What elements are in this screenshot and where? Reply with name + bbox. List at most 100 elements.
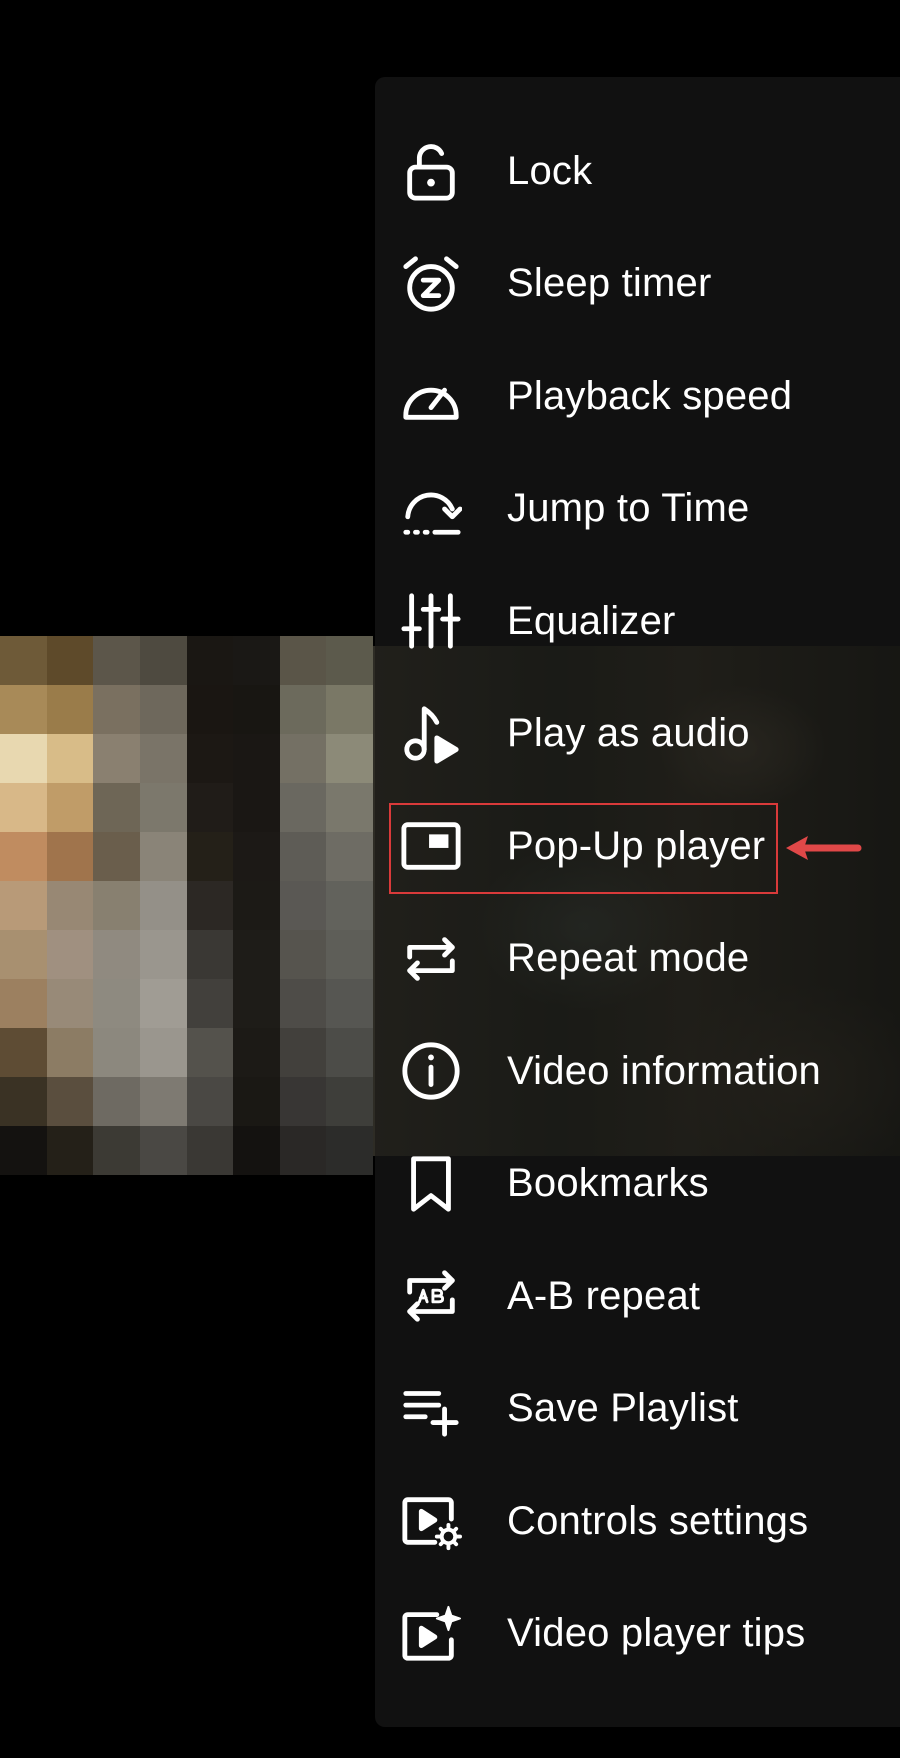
pixel-block	[139, 783, 187, 832]
pixel-block	[93, 979, 140, 1028]
menu-item-repeat-mode[interactable]: Repeat mode	[375, 903, 900, 1016]
pixel-block	[233, 881, 280, 930]
lock-icon	[399, 139, 463, 203]
menu-item-equalizer[interactable]: Equalizer	[375, 565, 900, 678]
pixel-block	[326, 832, 373, 881]
menu-item-label: Playback speed	[507, 373, 793, 418]
pixel-block	[233, 1028, 280, 1077]
menu-item-label: Video information	[507, 1048, 821, 1093]
menu-item-label: Repeat mode	[507, 936, 750, 981]
pixel-block	[279, 783, 327, 832]
pixel-block	[279, 636, 327, 685]
menu-item-play-as-audio[interactable]: Play as audio	[375, 678, 900, 791]
bookmark-icon	[399, 1152, 463, 1216]
menu-item-label: Video player tips	[507, 1611, 806, 1656]
pixel-block	[46, 881, 94, 930]
pixel-block	[46, 685, 94, 734]
pixel-block	[139, 685, 187, 734]
video-gear-icon	[399, 1489, 463, 1553]
menu-item-label: Play as audio	[507, 711, 750, 756]
menu-item-video-player-tips[interactable]: Video player tips	[375, 1578, 900, 1691]
pixel-block	[279, 1126, 327, 1175]
playlist-add-icon	[399, 1377, 463, 1441]
pixel-block	[186, 1077, 234, 1126]
menu-item-bookmarks[interactable]: Bookmarks	[375, 1128, 900, 1241]
menu-item-save-playlist[interactable]: Save Playlist	[375, 1353, 900, 1466]
video-sparkle-icon	[399, 1602, 463, 1666]
repeat-icon	[399, 927, 463, 991]
pixel-block	[93, 1126, 140, 1175]
info-icon	[399, 1039, 463, 1103]
more-options-menu: Lock Sleep timer Playback speed Jump to …	[375, 115, 900, 1690]
pixel-block	[186, 1028, 234, 1077]
pixel-block	[93, 1077, 140, 1126]
pixel-block	[46, 979, 94, 1028]
pixel-block	[326, 783, 373, 832]
menu-item-ab-repeat[interactable]: A-B repeat	[375, 1240, 900, 1353]
pixel-block	[186, 636, 234, 685]
menu-item-label: Jump to Time	[507, 486, 750, 531]
pixel-block	[326, 1077, 373, 1126]
pixel-block	[233, 734, 280, 783]
pixel-block	[46, 1126, 94, 1175]
pixel-block	[139, 734, 187, 783]
pixel-block	[186, 881, 234, 930]
pixel-block	[326, 930, 373, 979]
pixel-block	[326, 1126, 373, 1175]
pixel-block	[0, 930, 47, 979]
pixel-block	[139, 930, 187, 979]
pixel-block	[279, 1028, 327, 1077]
pixel-block	[46, 636, 94, 685]
pixel-block	[46, 1077, 94, 1126]
pixel-block	[186, 685, 234, 734]
pixel-block	[279, 979, 327, 1028]
menu-item-label: Save Playlist	[507, 1386, 739, 1431]
pixel-block	[233, 685, 280, 734]
pixel-block	[0, 685, 47, 734]
pixel-block	[0, 734, 47, 783]
pixel-block	[186, 783, 234, 832]
highlight-box	[389, 803, 778, 894]
menu-item-playback-speed[interactable]: Playback speed	[375, 340, 900, 453]
pixel-block	[326, 1028, 373, 1077]
menu-item-lock[interactable]: Lock	[375, 115, 900, 228]
pixel-block	[233, 783, 280, 832]
pixel-block	[93, 685, 140, 734]
pixel-block	[93, 1028, 140, 1077]
music-note-play-icon	[399, 702, 463, 766]
pixel-block	[93, 783, 140, 832]
pixel-block	[186, 734, 234, 783]
menu-item-label: Sleep timer	[507, 261, 712, 306]
pixel-block	[93, 734, 140, 783]
alarm-z-icon	[399, 252, 463, 316]
pixel-block	[0, 1077, 47, 1126]
pixel-block	[46, 930, 94, 979]
pixel-block	[46, 832, 94, 881]
pixel-block	[0, 1126, 47, 1175]
pixel-block	[233, 1126, 280, 1175]
menu-item-sleep-timer[interactable]: Sleep timer	[375, 228, 900, 341]
pixel-block	[326, 636, 373, 685]
pixel-block	[233, 832, 280, 881]
menu-item-controls-settings[interactable]: Controls settings	[375, 1465, 900, 1578]
menu-item-label: Controls settings	[507, 1498, 809, 1543]
ab-repeat-icon	[399, 1264, 463, 1328]
menu-item-video-information[interactable]: Video information	[375, 1015, 900, 1128]
pixel-block	[139, 832, 187, 881]
pixel-block	[279, 685, 327, 734]
menu-item-label: Lock	[507, 148, 593, 193]
speedometer-icon	[399, 364, 463, 428]
pixel-block	[186, 832, 234, 881]
menu-item-label: Bookmarks	[507, 1161, 709, 1206]
pixel-block	[233, 930, 280, 979]
pixel-block	[0, 881, 47, 930]
pixel-block	[279, 734, 327, 783]
pixel-block	[186, 979, 234, 1028]
pixel-block	[139, 1126, 187, 1175]
pixel-block	[139, 1028, 187, 1077]
pixel-block	[279, 832, 327, 881]
menu-item-jump-to-time[interactable]: Jump to Time	[375, 453, 900, 566]
pixel-block	[93, 832, 140, 881]
pixel-block	[0, 832, 47, 881]
pixel-block	[326, 881, 373, 930]
